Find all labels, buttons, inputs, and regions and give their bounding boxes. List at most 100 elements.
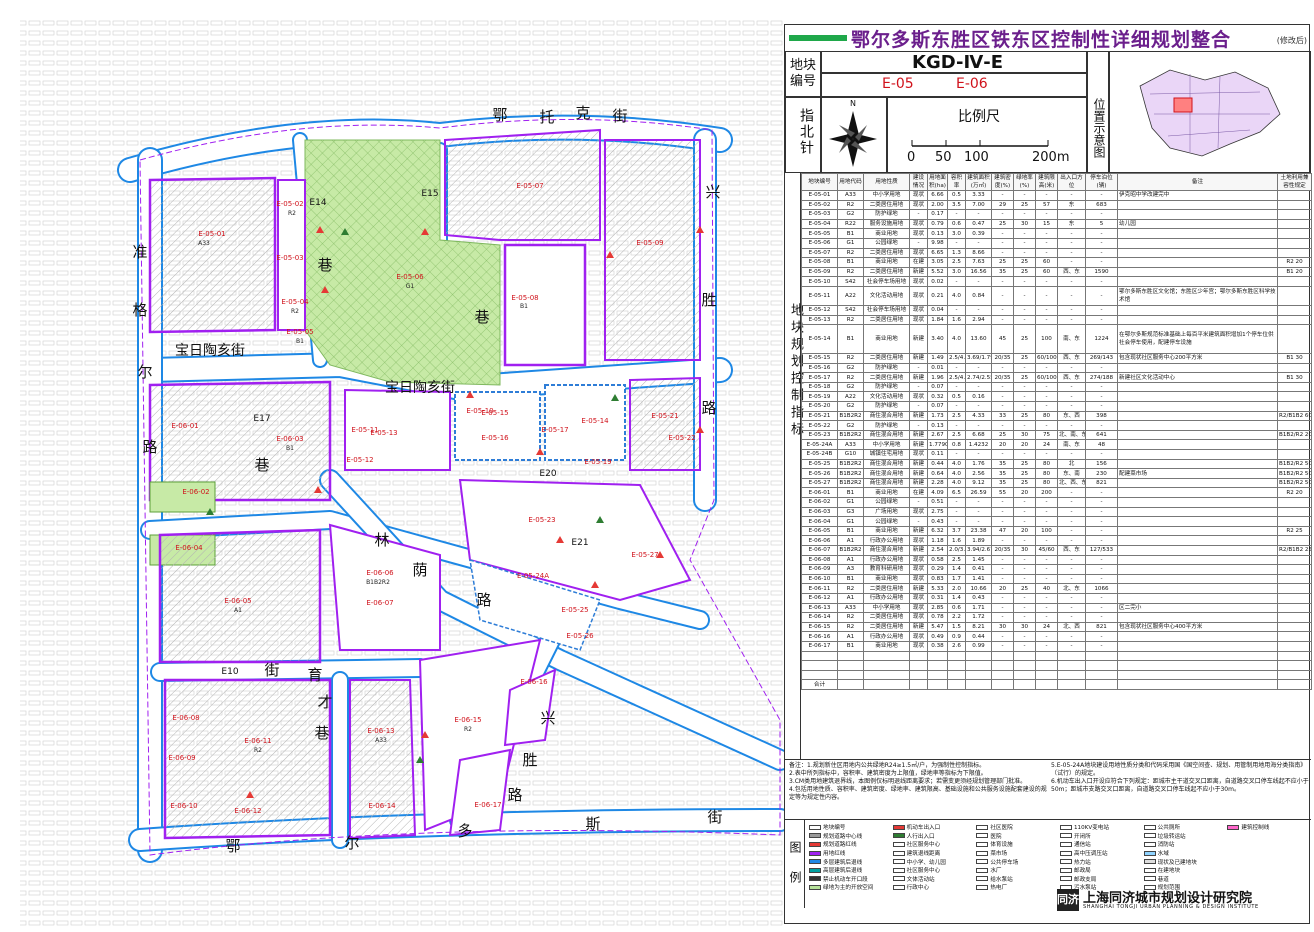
table-cell: A22 (837, 285, 864, 307)
table-cell: 新建 (909, 324, 928, 355)
table-cell: 33 (991, 410, 1014, 422)
table-cell: 60/100 (1035, 353, 1058, 364)
block-label: E-06-14 (368, 802, 396, 810)
table-cell: 现状 (909, 305, 928, 316)
table-cell: - (1013, 381, 1036, 393)
table-header-cell: 土地利用兼容性规定 (1277, 173, 1312, 191)
table-cell: 3.7 (947, 525, 966, 537)
street-label: E17 (253, 414, 270, 424)
table-cell: 在建 (909, 487, 928, 498)
table-cell: - (1085, 420, 1118, 431)
table-cell: - (965, 237, 992, 249)
table-cell: 641 (1085, 429, 1118, 441)
table-cell: 35 (991, 458, 1014, 470)
table-cell: - (947, 209, 966, 220)
table-cell: - (1085, 285, 1118, 307)
table-cell (1117, 410, 1278, 422)
table-cell: 商住混合用地 (863, 477, 910, 489)
table-cell: G2 (837, 209, 864, 220)
table-row: E-05-15R2二类居住用地新建1.492.5/4.03.69/1.7920/… (801, 353, 1312, 364)
legend-item: 文体活动站 (892, 875, 975, 884)
legend-item: 高层建筑后退线 (809, 866, 891, 875)
table-cell (1277, 535, 1312, 546)
table-row: E-06-02 G1 公园绿地 -0.51- - - - - - - (801, 497, 1312, 508)
table-row: E-06-09 A3 教育科研用地 现状 0.29 1.4 0.41- - - - - (801, 564, 1312, 575)
table-cell: 1.6 (947, 314, 966, 326)
table-cell: 鄂尔多斯东胜区文化馆；东胜区少年宫；鄂尔多斯东胜区科学技术馆 (1117, 285, 1278, 307)
table-cell: 30 (991, 621, 1014, 633)
table-cell: 商业用地 (863, 573, 910, 585)
table-cell: 商住混合用地 (863, 410, 910, 422)
table-row: E-05-06 G1 公园绿地 -9.98- - - - - - - (801, 237, 1312, 249)
table-cell: - (1057, 276, 1086, 287)
table-cell (1277, 228, 1312, 239)
table-cell: 25 (1013, 583, 1036, 594)
table-cell: - (1057, 401, 1086, 412)
table-cell: 0.21 (927, 285, 948, 307)
table-cell: - (1085, 487, 1118, 498)
table-cell: - (1085, 401, 1118, 412)
table-cell (863, 669, 910, 681)
table-cell: B1B2R2 (837, 468, 864, 479)
table-cell: - (965, 276, 992, 287)
table-cell: B1B2/R2 50/50 (1277, 477, 1312, 489)
table-cell (1057, 650, 1086, 662)
table-cell (1117, 650, 1278, 662)
table-cell: - (1057, 612, 1086, 623)
table-cell: E-06-03 (801, 506, 838, 518)
table-cell: 商住混合用地 (863, 468, 910, 479)
table-cell: 0.11 (927, 449, 948, 460)
legend-swatch (1227, 824, 1240, 830)
table-cell: 9.98 (927, 237, 948, 249)
table-cell: 55 (991, 487, 1014, 498)
table-cell: E-06-10 (801, 573, 838, 585)
table-cell: 现状 (909, 247, 928, 259)
table-cell: - (991, 592, 1014, 604)
legend-item: 中小学、幼儿园 (892, 857, 975, 866)
table-row: E-06-17 B1 商业用地 现状 0.38 2.6 0.99- - - - - (801, 640, 1312, 652)
table-row: E-05-17R2二类居住用地新建1.962.5/4.02.74/2.5520/… (801, 372, 1312, 383)
table-cell (1117, 679, 1278, 690)
table-cell (1277, 209, 1312, 220)
table-cell: 2.5/4.0 (947, 353, 966, 364)
table-row: E-05-24B G10 城镇住宅用地 现状 0.11- - - - - - - (801, 449, 1312, 460)
table-row: E-06-01 B1 商业用地 在建 4.09 6.5 26.59 55 20 200- - R2 2… (801, 487, 1312, 498)
table-cell (1277, 564, 1312, 575)
table-cell: 683 (1085, 199, 1118, 211)
table-cell: S42 (837, 276, 864, 287)
block-use-label: R2 (464, 726, 472, 733)
table-cell: - (1085, 573, 1118, 585)
legend-item: 人行出入口 (892, 832, 975, 841)
table-cell (991, 650, 1014, 662)
street-label: 街 (707, 808, 722, 826)
legend-swatch (809, 876, 821, 882)
table-cell: 25 (991, 218, 1014, 230)
street-label: E15 (421, 189, 438, 199)
table-cell: - (1035, 564, 1058, 575)
table-cell: B1B2/R2 50/50 (1277, 468, 1312, 479)
block-use-label: B1 (520, 303, 528, 310)
table-cell: 二类居住用地 (863, 199, 910, 211)
table-cell: 75 (1035, 429, 1058, 441)
page-title: 鄂尔多斯东胜区铁东区控制性详细规划整合 (851, 29, 1232, 51)
table-cell (1117, 209, 1278, 220)
table-cell: 二类居住用地 (863, 247, 910, 259)
table-cell: 3.05 (927, 257, 948, 268)
table-cell (909, 669, 928, 681)
legend-swatch (1143, 867, 1156, 873)
table-cell (927, 679, 948, 690)
legend-swatch (976, 884, 989, 890)
table-row: E-05-04 R22 服务设施用地 现状 0.79 0.6 0.47 25 30 15 东 5 幼儿园 (801, 218, 1312, 230)
block-label: E-05-02 (276, 200, 303, 208)
table-cell: 20 (991, 439, 1014, 451)
table-cell: - (1035, 506, 1058, 518)
table-cell: 0.8 (947, 439, 966, 451)
table-cell: E-06-11 (801, 583, 838, 594)
table-cell: 25 (1013, 477, 1036, 489)
legend-item: 热电厂 (976, 883, 1058, 892)
table-header-cell: 绿地率(%) (1013, 173, 1036, 191)
table-cell: 0.43 (965, 592, 992, 604)
institute-logo-icon: 同济 (1057, 889, 1079, 911)
table-cell: E-05-18 (801, 381, 838, 393)
table-cell: - (991, 554, 1014, 566)
